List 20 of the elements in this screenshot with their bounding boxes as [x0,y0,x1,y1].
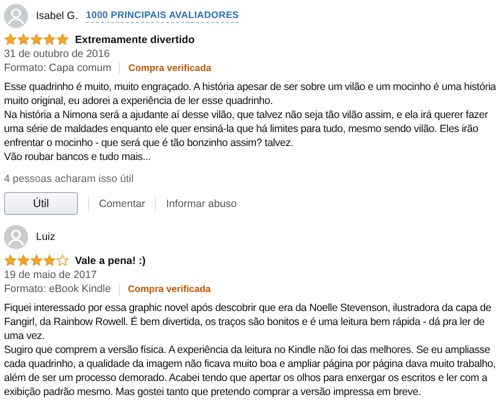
reviewer-badge[interactable]: 1000 PRINCIPAIS AVALIADORES [86,9,239,23]
review-title[interactable]: Extremamente divertido [75,34,195,46]
format-label[interactable]: Formato: eBook Kindle [4,283,111,295]
reviewer-name[interactable]: Luiz [36,231,56,243]
review-text: Vão roubar bancos e tudo mais... [4,150,152,164]
review-text: Na história a Nimona será a ajudante aí desse vilão, que talvez não seja tão vilão assim, e ela irá querer fazer uma série de maldades enquanto ele quer ensiná-la que há limites para tudo, mesmo sendo vilão. Eles irão enfrentar o mocinho - que será que é tão bonzinho assim? talvez. [4,108,489,150]
review-text: Sugiro que comprem a versão física. A experiência da leitura no Kindle não foi das melhores. Se eu ampliasse cada quadrinho, a qualidade da imagem não ficava muito boa e ampliar página por página dava muito trabalho, além de ser um processo demorado. Acabei tendo que apertar os olhos para enxergar os escritos e ler com a exibição padrão mesmo. Mas gostei tanto que pretendo comprar a versão impressa em breve. [4,343,496,399]
verified-purchase: Compra verificada [128,62,212,74]
action-link[interactable]: Comentar [99,198,146,210]
review-title[interactable]: Vale a pena! :) [75,254,146,266]
review-text: Fiquei interessado por essa graphic novel após descobrir que era da Noelle Stevenson, ilustradora da capa de Fangirl, da Rainbow Rowell. É bem divertida, os traços são bonitos e é uma leitura bem rápida - dá pra ler de uma vez. [4,301,492,343]
review-date: 19 de maio de 2017 [4,269,98,281]
helpful-count: 4 pessoas acharam isso útil [4,173,135,185]
verified-purchase: Compra verificada [128,284,211,294]
helpful-button[interactable]: Útil [4,192,78,215]
action-link[interactable]: Informar abuso [166,198,237,210]
review-text: Esse quadrinho é muito, muito engraçado. A história apesar de ser sobre um vilão e um mocinho é uma história muito original, eu adorei a experiência de ler esse quadrinho. [4,80,496,108]
reviewer-name[interactable]: Isabel G. [36,10,78,22]
review-date: 31 de outubro de 2016 [4,48,111,60]
format-label[interactable]: Formato: Capa comum [4,62,112,74]
